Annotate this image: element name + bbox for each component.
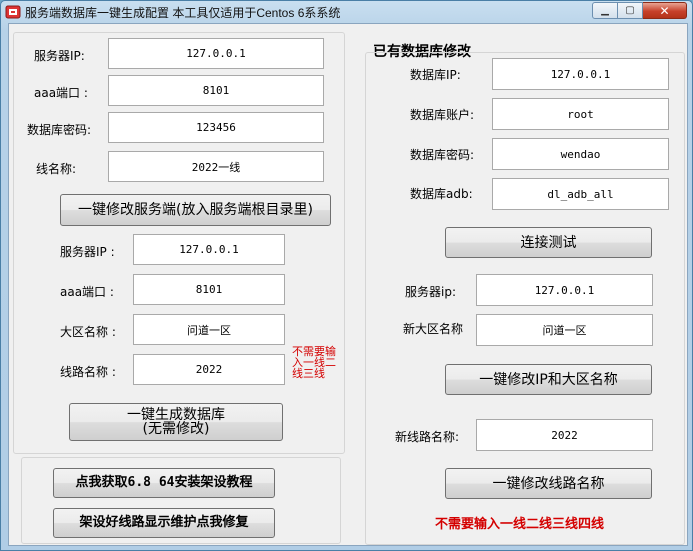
title-bar[interactable]: 服务端数据库一键生成配置 本工具仅适用于Centos 6系系统 ▁ ▢ ✕ xyxy=(1,1,692,23)
generate-db-button-line1: 一键生成数据库 xyxy=(127,407,225,423)
right-note: 不需要输入一线二线三线四线 xyxy=(435,517,605,532)
db-password-label: 数据库密码: xyxy=(27,123,92,137)
new-region-label: 新大区名称 xyxy=(403,322,464,336)
app-window: 服务端数据库一键生成配置 本工具仅适用于Centos 6系系统 ▁ ▢ ✕ 服务… xyxy=(0,0,693,551)
db-adb-label: 数据库adb: xyxy=(410,187,473,201)
db-password-label-right: 数据库密码: xyxy=(410,148,475,162)
route-note-line3: 线三线 xyxy=(292,367,325,380)
line-name-input[interactable]: 2022一线 xyxy=(108,151,324,182)
maximize-button[interactable]: ▢ xyxy=(618,2,643,19)
server-ip-input[interactable]: 127.0.0.1 xyxy=(108,38,324,69)
right-server-ip-label: 服务器ip: xyxy=(405,285,456,299)
line-name-label: 线名称: xyxy=(36,162,77,176)
connect-test-button[interactable]: 连接测试 xyxy=(445,227,652,258)
server-ip2-label: 服务器IP : xyxy=(60,245,115,259)
server-ip-label: 服务器IP: xyxy=(34,49,85,63)
region-name-input[interactable]: 问道一区 xyxy=(133,314,285,345)
db-account-label: 数据库账户: xyxy=(410,108,475,122)
aaa-port2-input[interactable]: 8101 xyxy=(133,274,285,305)
generate-db-button-line2: (无需修改) xyxy=(142,421,210,437)
window-title: 服务端数据库一键生成配置 本工具仅适用于Centos 6系系统 xyxy=(25,6,341,20)
db-account-input[interactable]: root xyxy=(492,98,669,130)
server-ip2-input[interactable]: 127.0.0.1 xyxy=(133,234,285,265)
close-button[interactable]: ✕ xyxy=(643,2,687,19)
client-area: 服务器IP: 127.0.0.1 aaa端口 : 8101 数据库密码: 123… xyxy=(8,23,688,546)
db-ip-label: 数据库IP: xyxy=(410,68,461,82)
aaa-port2-label: aaa端口 : xyxy=(60,285,114,299)
minimize-button[interactable]: ▁ xyxy=(592,2,618,19)
db-password-input-right[interactable]: wendao xyxy=(492,138,669,170)
route-name-label: 线路名称 : xyxy=(60,365,116,379)
route-note: 不需要输 入一线二 线三线 xyxy=(292,346,336,379)
db-password-input[interactable]: 123456 xyxy=(108,112,324,143)
aaa-port-label: aaa端口 : xyxy=(34,86,88,100)
route-name-input[interactable]: 2022 xyxy=(133,354,285,385)
new-route-input[interactable]: 2022 xyxy=(476,419,653,451)
db-ip-input[interactable]: 127.0.0.1 xyxy=(492,58,669,90)
modify-route-button[interactable]: 一键修改线路名称 xyxy=(445,468,652,499)
fix-maintenance-button[interactable]: 架设好线路显示维护点我修复 xyxy=(53,508,275,538)
tutorial-button[interactable]: 点我获取6.8 64安装架设教程 xyxy=(53,468,275,498)
modify-ip-region-button[interactable]: 一键修改IP和大区名称 xyxy=(445,364,652,395)
modify-server-button[interactable]: 一键修改服务端(放入服务端根目录里) xyxy=(60,194,331,226)
maximize-icon: ▢ xyxy=(625,5,635,16)
window-controls: ▁ ▢ ✕ xyxy=(592,2,687,20)
generate-db-button[interactable]: 一键生成数据库 (无需修改) xyxy=(69,403,283,441)
close-icon: ✕ xyxy=(659,3,670,18)
minimize-icon: ▁ xyxy=(601,5,609,16)
new-route-label: 新线路名称: xyxy=(395,430,460,444)
app-icon xyxy=(5,5,21,19)
new-region-input[interactable]: 问道一区 xyxy=(476,314,653,346)
right-server-ip-input[interactable]: 127.0.0.1 xyxy=(476,274,653,306)
aaa-port-input[interactable]: 8101 xyxy=(108,75,324,106)
db-adb-input[interactable]: dl_adb_all xyxy=(492,178,669,210)
region-name-label: 大区名称 : xyxy=(60,325,116,339)
